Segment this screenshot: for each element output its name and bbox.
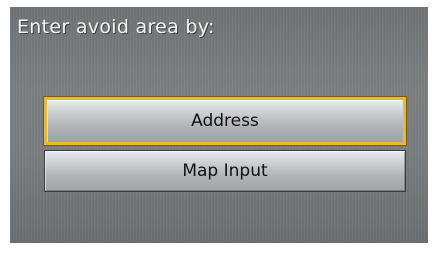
map-input-button[interactable]: Map Input xyxy=(44,150,406,192)
screen-title: Enter avoid area by: xyxy=(17,16,215,38)
map-input-button-label: Map Input xyxy=(182,161,268,181)
address-button[interactable]: Address xyxy=(44,97,406,145)
address-button-label: Address xyxy=(191,111,259,131)
navigation-screen: Enter avoid area by: Address Map Input xyxy=(10,7,428,243)
